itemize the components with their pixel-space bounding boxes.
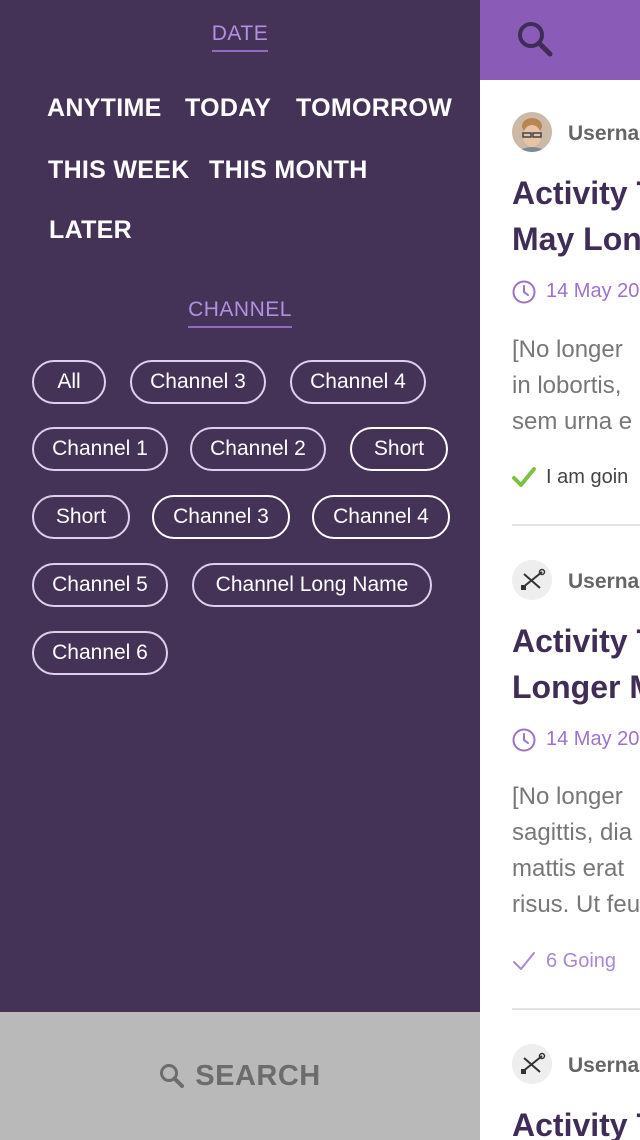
- tools-icon: [512, 560, 552, 600]
- filter-panel: DATE ANYTIME TODAY TOMORROW THIS WEEK TH…: [0, 0, 480, 1012]
- going-count-text: 6 Going: [546, 950, 617, 972]
- date-option-anytime[interactable]: ANYTIME: [47, 94, 162, 123]
- date-option-later[interactable]: LATER: [49, 216, 132, 245]
- activity-list: Userna Activity T May Lon 14 May 20 [No …: [480, 0, 640, 1140]
- channel-chip-short[interactable]: Short: [350, 427, 448, 471]
- activity-date-text: 14 May 20: [546, 280, 640, 302]
- divider: [512, 524, 640, 526]
- search-button-label: SEARCH: [195, 1059, 321, 1092]
- activity-description-line: risus. Ut feu: [512, 891, 640, 918]
- divider: [512, 1008, 640, 1010]
- activity-description-line: mattis erat: [512, 855, 625, 882]
- channel-chip-channel-4[interactable]: Channel 4: [290, 360, 426, 404]
- activity-description-line: sagittis, dia: [512, 819, 633, 846]
- activity-title-line: Longer M: [512, 669, 640, 705]
- activity-card[interactable]: Userna Activity T May Lon 14 May 20 [No …: [512, 112, 640, 512]
- channel-chip-channel-6[interactable]: Channel 6: [32, 631, 168, 675]
- search-button[interactable]: SEARCH: [0, 1012, 480, 1140]
- channel-chip-channel-3[interactable]: Channel 3: [152, 495, 290, 539]
- avatar: [512, 112, 552, 152]
- avatar: [512, 1044, 552, 1084]
- user-photo-icon: [512, 112, 552, 152]
- checkmark-icon: [512, 467, 536, 487]
- date-option-this-week[interactable]: THIS WEEK: [48, 156, 190, 185]
- activity-title-line: Activity T: [512, 175, 640, 211]
- channel-chip-all[interactable]: All: [32, 360, 106, 404]
- activity-description-line: in lobortis,: [512, 372, 622, 399]
- channel-chip-channel-3[interactable]: Channel 3: [130, 360, 266, 404]
- username: Userna: [568, 1054, 640, 1077]
- channel-chip-channel-2[interactable]: Channel 2: [190, 427, 326, 471]
- checkmark-icon: [513, 952, 535, 970]
- channel-chip-channel-long-name[interactable]: Channel Long Name: [192, 563, 432, 607]
- username: Userna: [568, 570, 640, 593]
- date-option-today[interactable]: TODAY: [185, 94, 271, 123]
- date-option-tomorrow[interactable]: TOMORROW: [296, 94, 452, 123]
- activity-card[interactable]: Userna Activity T Longer M 14 May 20 [No…: [512, 560, 640, 990]
- activity-description-line: [No longer: [512, 783, 623, 810]
- channel-chip-short[interactable]: Short: [32, 495, 130, 539]
- search-icon: [160, 1064, 185, 1088]
- activity-title-line: Activity T: [512, 1107, 640, 1140]
- channel-chip-channel-5[interactable]: Channel 5: [32, 563, 168, 607]
- date-section-title: DATE: [0, 22, 480, 52]
- search-icon[interactable]: [516, 20, 556, 60]
- channel-section-title: CHANNEL: [0, 298, 480, 328]
- activity-title-line: Activity T: [512, 623, 640, 659]
- clock-icon: [512, 728, 536, 752]
- activity-card[interactable]: Userna Activity T: [512, 1044, 640, 1140]
- channel-chip-channel-1[interactable]: Channel 1: [32, 427, 168, 471]
- activity-description-line: sem urna e: [512, 408, 633, 435]
- date-option-this-month[interactable]: THIS MONTH: [209, 156, 368, 185]
- activity-date-text: 14 May 20: [546, 728, 640, 750]
- username: Userna: [568, 122, 640, 145]
- channel-chip-channel-4[interactable]: Channel 4: [312, 495, 450, 539]
- activity-title-line: May Lon: [512, 221, 640, 257]
- clock-icon: [512, 280, 536, 304]
- top-bar: [480, 0, 640, 80]
- going-status-text: I am goin: [546, 466, 629, 488]
- activity-description-line: [No longer: [512, 336, 623, 363]
- tools-icon: [512, 1044, 552, 1084]
- avatar: [512, 560, 552, 600]
